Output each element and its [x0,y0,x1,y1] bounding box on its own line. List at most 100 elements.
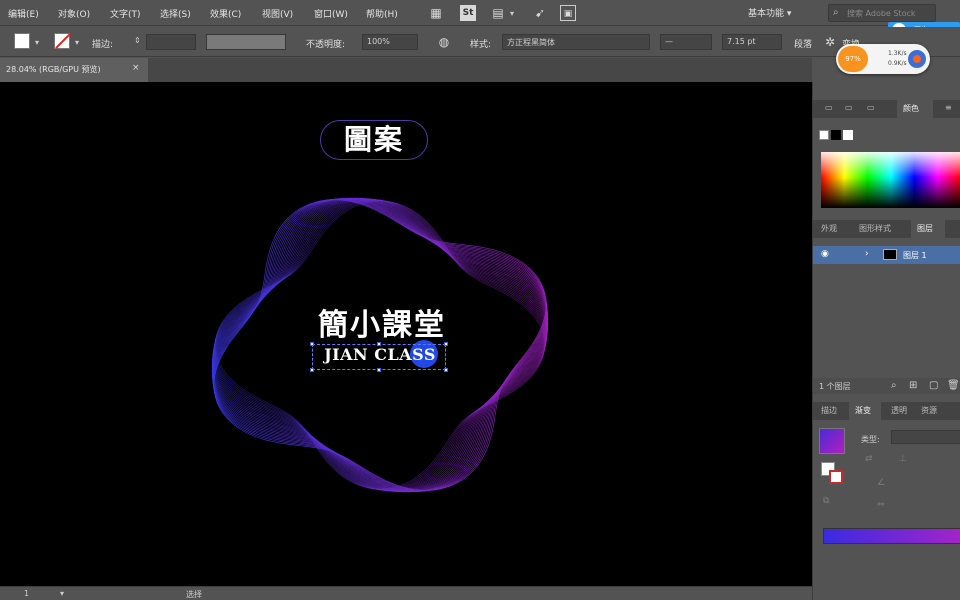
menu-help[interactable]: 帮助(H) [366,7,398,20]
tab-transparency[interactable]: 透明 [891,405,907,416]
fill-chevron-down-icon[interactable]: ▾ [35,38,39,47]
recolor-artwork-icon[interactable]: ◍ [436,34,452,50]
document-tab-title: 28.04% (RGB/GPU 预览) [6,65,101,74]
search-placeholder: 搜索 Adobe Stock [847,9,916,18]
resize-handle[interactable] [377,368,381,372]
stroke-label: 描边: [92,40,114,50]
layer-name[interactable]: 图层 1 [903,250,927,261]
chevron-right-icon[interactable]: › [865,249,869,259]
resize-handle[interactable] [310,368,314,372]
pattern-title-badge[interactable]: 圖案 [320,120,428,160]
color-spectrum[interactable] [821,152,960,208]
stock-icon[interactable]: St [460,5,476,21]
resize-handle[interactable] [444,368,448,372]
new-sublayer-icon[interactable]: ⊞ [909,380,917,391]
gpu-rocket-icon[interactable]: ➹ [532,5,548,21]
tab-graphic-styles[interactable]: 图形样式 [859,223,891,234]
stroke-chevron-down-icon[interactable]: ▾ [75,38,79,47]
tab-assets[interactable]: 资源 [921,405,937,416]
paragraph-link[interactable]: 段落 [794,37,812,50]
close-icon[interactable]: × [132,63,140,73]
font-size-field[interactable]: 7.15 pt [722,34,782,50]
download-speed: 0.9K/s [888,60,907,67]
color-panel-tabs: ▭ ▭ ▭ 颜色 ≡ [813,100,960,118]
resize-handle[interactable] [444,342,448,346]
fill-swatch[interactable] [14,33,30,49]
gradient-preview-swatch[interactable] [819,428,845,454]
layer-thumbnail [883,249,897,260]
style-label: 样式: [470,40,492,50]
panel-icon[interactable]: ▭ [845,103,853,112]
panel-icon[interactable]: ▭ [867,103,875,112]
variable-width-profile[interactable] [206,34,286,50]
stroke-swatch[interactable] [54,33,70,49]
stroke-stepper-icon[interactable]: ⇕ [134,36,141,45]
menu-select[interactable]: 选择(S) [160,7,191,20]
resize-handle[interactable] [377,342,381,346]
right-panel-dock: ▭ ▭ ▭ 颜色 ≡ 外观 图形样式 图层 ◉ › 图层 1 1 个图层 ⌕ ⊞… [812,82,960,600]
brand-chinese-text[interactable]: 簡小課堂 [300,300,464,344]
gradient-tool-icon[interactable]: ⧉ [823,496,829,506]
menu-object[interactable]: 对象(O) [58,7,90,20]
panel-menu-icon[interactable]: ≡ [945,103,952,112]
layers-panel-tabs: 外观 图形样式 图层 [813,220,960,238]
menu-bar: 编辑(E) 对象(O) 文字(T) 选择(S) 效果(C) 视图(V) 窗口(W… [0,0,960,26]
search-icon[interactable]: ⌕ [891,380,897,391]
black-swatch[interactable] [831,130,841,140]
image-icon[interactable]: ▣ [560,5,576,21]
chevron-down-icon: ▾ [786,9,792,19]
aspect-icon[interactable]: ⇔ [877,500,885,510]
eye-icon[interactable]: ◉ [821,249,829,259]
selection-bounding-box[interactable] [310,342,448,372]
pattern-title: 圖案 [343,123,404,156]
layer-row[interactable]: ◉ › 图层 1 [813,246,960,264]
align-icon[interactable]: ✲ [822,34,838,50]
menu-edit[interactable]: 编辑(E) [8,7,39,20]
speed-badge: 97% [838,46,868,72]
tab-stroke[interactable]: 描边 [821,405,837,416]
workspace-switcher[interactable]: 基本功能 ▾ [748,6,791,19]
chevron-down-icon[interactable]: ▾ [60,589,64,598]
layer-count: 1 个图层 [819,382,851,391]
search-icon: ⌕ [833,7,839,18]
align-icon[interactable]: ⊥ [899,454,907,464]
menu-effect[interactable]: 效果(C) [210,7,241,20]
tab-gradient[interactable]: 渐变 [855,405,871,416]
control-bar: 描边: ⇕ 不透明度: 100% ◍ 样式: 方正程黑简体 — 7.15 pt … [0,27,960,57]
trash-icon[interactable]: 🗑 [947,380,960,391]
stroke-weight-field[interactable] [146,34,196,50]
menu-window[interactable]: 窗口(W) [314,7,348,20]
bridge-icon[interactable]: ▦ [428,5,444,21]
upload-speed: 1.3K/s [888,50,907,57]
stock-search-field[interactable]: ⌕ 搜索 Adobe Stock [828,4,936,22]
panel-icon[interactable]: ▭ [825,103,833,112]
font-style-select[interactable]: — [660,34,712,50]
gradient-type-select[interactable] [891,430,960,444]
angle-icon[interactable]: ∠ [877,478,885,488]
none-swatch[interactable] [819,130,829,140]
arrange-documents-icon[interactable]: ▤ [490,5,506,21]
reverse-gradient-icon[interactable]: ⇄ [865,454,873,464]
new-layer-icon[interactable]: ▢ [929,380,938,391]
opacity-field[interactable]: 100% [362,34,418,50]
gradient-type-label: 类型: [861,435,880,444]
tab-appearance[interactable]: 外观 [821,223,837,234]
gradient-slider[interactable] [823,528,960,544]
white-swatch[interactable] [843,130,853,140]
menu-view[interactable]: 视图(V) [262,7,293,20]
current-tool-label: 选择 [186,590,202,599]
layers-footer: 1 个图层 ⌕ ⊞ ▢ 🗑 [813,378,960,394]
stroke-swatch-small[interactable] [829,470,843,484]
status-bar: 1 ▾ 选择 [0,586,812,600]
font-family-select[interactable]: 方正程黑简体 [502,34,650,50]
resize-handle[interactable] [310,342,314,346]
artboard-number[interactable]: 1 [24,589,29,598]
menu-type[interactable]: 文字(T) [110,7,141,20]
opacity-label: 不透明度: [306,40,346,50]
tab-color[interactable]: 颜色 [903,103,919,114]
network-speed-widget[interactable]: 97% 1.3K/s 0.9K/s [836,44,930,74]
tab-layers[interactable]: 图层 [917,223,933,234]
chevron-down-icon[interactable]: ▾ [510,9,514,18]
document-tab[interactable]: 28.04% (RGB/GPU 预览) [0,58,148,82]
gradient-panel-tabs: 描边 渐变 透明 资源 [813,402,960,420]
